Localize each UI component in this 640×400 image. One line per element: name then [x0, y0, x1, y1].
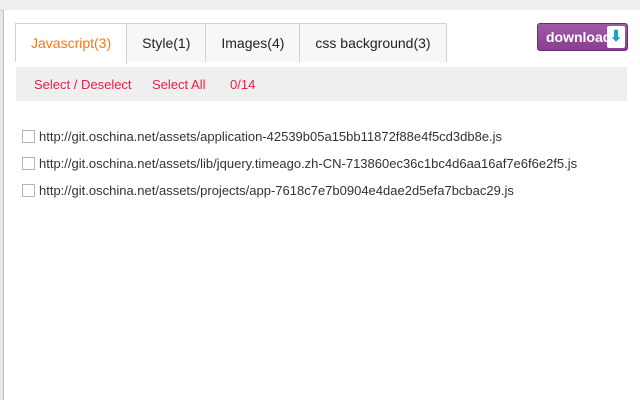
arrow-down-icon: ⬇ [607, 26, 625, 48]
list-item: http://git.oschina.net/assets/lib/jquery… [22, 150, 577, 177]
file-url: http://git.oschina.net/assets/lib/jquery… [39, 156, 578, 171]
file-url: http://git.oschina.net/assets/projects/a… [39, 183, 514, 198]
file-checkbox[interactable] [22, 130, 35, 143]
tab-images[interactable]: Images(4) [206, 24, 301, 62]
download-button[interactable]: download ⬇ [537, 23, 628, 51]
file-checkbox[interactable] [22, 157, 35, 170]
file-list: http://git.oschina.net/assets/applicatio… [22, 123, 577, 204]
file-url: http://git.oschina.net/assets/applicatio… [39, 129, 503, 144]
download-label: download [546, 29, 612, 45]
extension-popup: Javascript(3) Style(1) Images(4) css bac… [3, 10, 640, 400]
file-checkbox[interactable] [22, 184, 35, 197]
tab-bar: Javascript(3) Style(1) Images(4) css bac… [15, 23, 447, 64]
list-item: http://git.oschina.net/assets/applicatio… [22, 123, 577, 150]
tab-javascript[interactable]: Javascript(3) [16, 24, 128, 64]
select-deselect-link[interactable]: Select / Deselect [34, 77, 132, 92]
tab-style[interactable]: Style(1) [127, 24, 207, 62]
selection-count: 0/14 [230, 77, 256, 92]
selection-toolbar: Select / Deselect Select All 0/14 [16, 67, 627, 101]
tab-css-background[interactable]: css background(3) [300, 24, 445, 62]
select-all-link[interactable]: Select All [152, 77, 205, 92]
list-item: http://git.oschina.net/assets/projects/a… [22, 177, 577, 204]
